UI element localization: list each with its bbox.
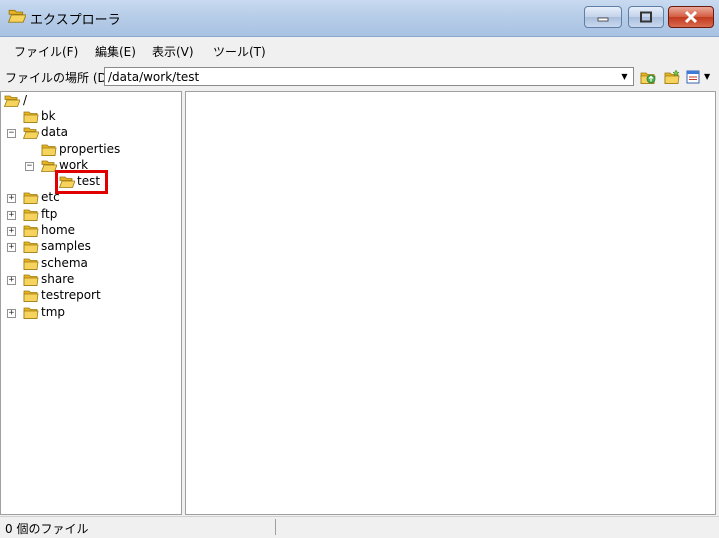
expand-icon[interactable]: + <box>7 211 16 220</box>
tree-node-label: home <box>41 223 76 237</box>
maximize-icon <box>640 11 652 23</box>
collapse-icon[interactable]: − <box>25 162 34 171</box>
folder-icon <box>23 274 39 286</box>
address-box[interactable]: ▼ <box>104 67 634 86</box>
new-folder-icon[interactable] <box>664 69 680 85</box>
expand-icon[interactable]: + <box>7 309 16 318</box>
expand-icon[interactable]: + <box>7 227 16 236</box>
status-file-count: 0 個のファイル <box>5 522 89 536</box>
tree-node-label: tmp <box>41 305 66 319</box>
close-icon <box>684 10 698 24</box>
maximize-button[interactable] <box>628 6 664 28</box>
tree-node-label: bk <box>41 109 56 123</box>
folder-up-icon[interactable] <box>640 69 656 85</box>
tree-node-label: / <box>23 93 28 107</box>
explorer-window: エクスプローラ ファイル(F) 編集(E) 表示(V) ツール(T) ファイルの… <box>0 0 719 538</box>
tree-node-label: share <box>41 272 75 286</box>
title-bar[interactable]: エクスプローラ <box>0 0 719 37</box>
folder-icon <box>23 290 39 302</box>
close-button[interactable] <box>668 6 714 28</box>
folder-icon <box>41 144 57 156</box>
minimize-icon <box>597 17 609 22</box>
expand-icon[interactable]: + <box>7 194 16 203</box>
tree-node-label: properties <box>59 142 121 156</box>
collapse-icon[interactable]: − <box>7 129 16 138</box>
menu-view[interactable]: 表示(V) <box>152 43 194 60</box>
tree-node-label: testreport <box>41 288 101 302</box>
open-folder-icon <box>4 95 20 107</box>
folder-icon <box>23 258 39 270</box>
expand-icon[interactable]: + <box>7 243 16 252</box>
menu-edit[interactable]: 編集(E) <box>95 43 136 60</box>
status-bar: 0 個のファイル <box>0 516 719 538</box>
folder-icon <box>23 307 39 319</box>
folder-app-icon <box>8 9 26 23</box>
expand-icon[interactable]: + <box>7 276 16 285</box>
tree-node-label: schema <box>41 256 88 270</box>
address-label: ファイルの場所 (D) <box>5 71 112 85</box>
menu-tools[interactable]: ツール(T) <box>213 43 266 60</box>
folder-icon <box>23 241 39 253</box>
folder-icon <box>23 225 39 237</box>
open-folder-icon <box>23 127 39 139</box>
folder-icon <box>23 209 39 221</box>
window-title: エクスプローラ <box>30 13 121 28</box>
view-dropdown-icon[interactable]: ▼ <box>704 72 710 81</box>
folder-icon <box>23 192 39 204</box>
tree-node-label: data <box>41 125 69 139</box>
minimize-button[interactable] <box>584 6 622 28</box>
tree-node-label: ftp <box>41 207 58 221</box>
address-input[interactable] <box>108 69 613 84</box>
menu-bar: ファイル(F) 編集(E) 表示(V) ツール(T) <box>0 37 719 63</box>
address-bar: ファイルの場所 (D) ▼ ▼ <box>0 63 719 90</box>
chevron-down-icon[interactable]: ▼ <box>617 69 632 84</box>
status-divider <box>275 519 276 535</box>
tree-node-label: samples <box>41 239 91 253</box>
folder-tree-pane[interactable]: / bk − data properties − work test + etc… <box>0 91 182 515</box>
folder-icon <box>23 111 39 123</box>
tree-node-label: etc <box>41 190 60 204</box>
view-options-icon[interactable] <box>686 69 702 85</box>
file-list-pane[interactable] <box>185 91 716 515</box>
menu-file[interactable]: ファイル(F) <box>14 43 78 60</box>
selection-highlight <box>55 170 108 194</box>
